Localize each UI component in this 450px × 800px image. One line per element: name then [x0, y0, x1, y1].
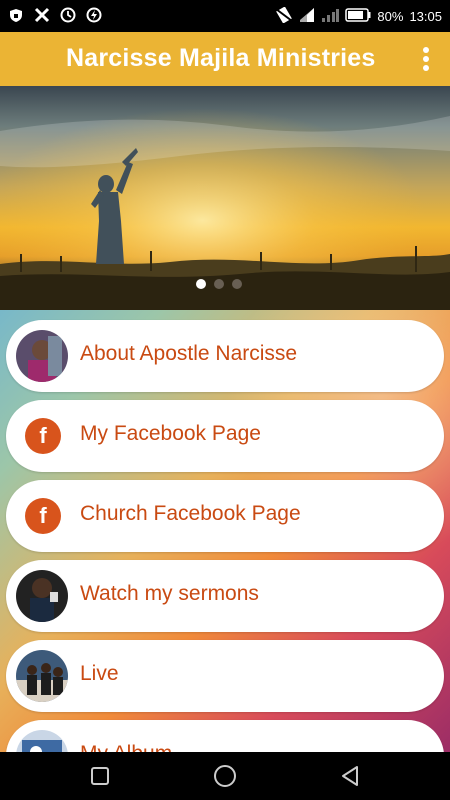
no-sim-icon: [275, 5, 294, 26]
status-right: 80% 13:05: [275, 0, 442, 32]
menu-item-sermons[interactable]: Watch my sermons: [6, 560, 444, 632]
facebook-icon: f: [25, 498, 61, 534]
hero-banner[interactable]: [0, 86, 450, 310]
system-nav-bar: [0, 752, 450, 800]
carousel-dot-2[interactable]: [214, 279, 224, 289]
menu-item-label: My Facebook Page: [80, 422, 261, 445]
signal-icon: [321, 7, 340, 26]
tools-icon: [34, 7, 50, 23]
avatar: [16, 570, 68, 622]
app-bar: Narcisse Majila Ministries: [0, 32, 450, 86]
menu-item-about[interactable]: About Apostle Narcisse: [6, 320, 444, 392]
menu-item-album[interactable]: My Album: [6, 720, 444, 752]
avatar: [16, 330, 68, 382]
power-icon: [86, 7, 102, 23]
carousel-indicator: [196, 279, 242, 289]
recent-apps-icon[interactable]: [88, 764, 112, 788]
menu-item-label: About Apostle Narcisse: [80, 342, 298, 365]
menu-list: About Apostle Narcisse f My Facebook Pag…: [0, 310, 450, 752]
clock: 13:05: [409, 8, 442, 24]
banner-image: [0, 86, 450, 310]
menu-item-label: Church Facebook Page: [80, 502, 301, 525]
more-vert-icon[interactable]: [416, 44, 436, 74]
battery-percent: 80%: [377, 8, 404, 24]
home-icon[interactable]: [212, 764, 238, 788]
menu-item-label: My Album: [80, 742, 172, 752]
status-left: [8, 7, 102, 23]
menu-item-church-facebook[interactable]: f Church Facebook Page: [6, 480, 444, 552]
app-title: Narcisse Majila Ministries: [66, 44, 376, 72]
wifi-icon: [299, 7, 315, 26]
avatar: [16, 650, 68, 702]
facebook-icon: f: [25, 418, 61, 454]
menu-item-label: Live: [80, 662, 119, 685]
avatar: [16, 730, 68, 752]
menu-item-label: Watch my sermons: [80, 582, 259, 605]
status-bar: 80% 13:05: [0, 0, 450, 32]
back-icon[interactable]: [338, 764, 362, 788]
menu-item-my-facebook[interactable]: f My Facebook Page: [6, 400, 444, 472]
carousel-dot-1[interactable]: [196, 279, 206, 289]
menu-item-live[interactable]: Live: [6, 640, 444, 712]
carousel-dot-3[interactable]: [232, 279, 242, 289]
battery-icon: [345, 7, 371, 25]
vpn-icon: [8, 7, 24, 23]
clock-icon: [60, 7, 76, 23]
